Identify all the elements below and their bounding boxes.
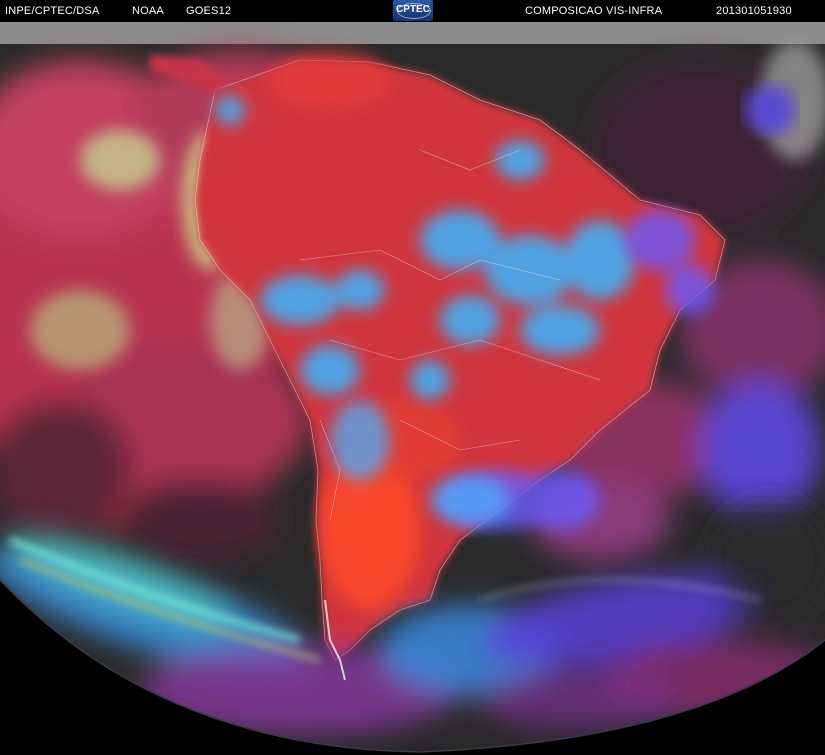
cptec-logo: CPTEC (393, 0, 433, 21)
timestamp-label: 201301051930 (716, 5, 792, 17)
source-label: INPE/CPTEC/DSA (5, 5, 100, 17)
satellite-label: GOES12 (186, 5, 232, 17)
product-label: COMPOSICAO VIS-INFRA (525, 5, 663, 17)
image-header-bar: INPE/CPTEC/DSA NOAA GOES12 CPTEC COMPOSI… (0, 0, 825, 22)
agency-label: NOAA (132, 5, 164, 17)
satellite-image (0, 22, 825, 755)
